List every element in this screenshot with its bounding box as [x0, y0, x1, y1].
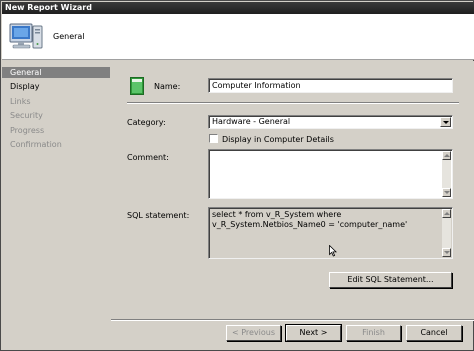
comment-field[interactable]	[208, 149, 453, 199]
next-button[interactable]: Next >	[285, 324, 342, 342]
name-label: Name:	[154, 82, 181, 91]
report-page-icon	[130, 77, 144, 95]
comment-label: Comment:	[127, 153, 169, 162]
category-label: Category:	[127, 118, 166, 127]
scroll-up-icon[interactable]	[442, 209, 451, 218]
step-display[interactable]: Display	[2, 81, 110, 92]
name-field[interactable]: Computer Information	[208, 78, 453, 93]
step-security: Security	[10, 111, 43, 120]
previous-button[interactable]: < Previous	[226, 325, 281, 341]
sql-statement-label: SQL statement:	[127, 211, 190, 220]
chevron-down-icon[interactable]	[440, 117, 451, 127]
window-title: New Report Wizard	[2, 2, 474, 14]
footer-separator	[111, 319, 474, 321]
computer-icon	[9, 23, 43, 49]
step-links: Links	[10, 97, 31, 106]
scroll-down-icon[interactable]	[442, 248, 451, 257]
comment-scrollbar[interactable]	[442, 151, 451, 197]
wizard-header: General	[2, 14, 474, 60]
display-in-details-checkbox[interactable]	[209, 134, 218, 143]
finish-button[interactable]: Finish	[346, 325, 401, 341]
step-progress: Progress	[10, 126, 45, 135]
wizard-steps: General Display Links Security Progress …	[2, 61, 110, 319]
scroll-down-icon[interactable]	[442, 188, 451, 197]
page-title: General	[53, 32, 85, 41]
mouse-cursor-icon	[329, 245, 337, 257]
category-dropdown[interactable]: Hardware - General	[208, 115, 453, 129]
scroll-up-icon[interactable]	[442, 151, 451, 160]
display-in-details-label: Display in Computer Details	[222, 135, 334, 144]
edit-sql-statement-button[interactable]: Edit SQL Statement...	[329, 272, 452, 288]
category-value: Hardware - General	[212, 117, 291, 126]
sql-statement-value: select * from v_R_System where v_R_Syste…	[212, 210, 408, 229]
wizard-window: New Report Wizard General General Displa…	[0, 0, 474, 351]
separator	[127, 102, 459, 104]
sql-scrollbar[interactable]	[442, 209, 451, 257]
cancel-button[interactable]: Cancel	[406, 325, 462, 341]
general-page: Name: Computer Information Category: Har…	[111, 61, 474, 319]
step-general[interactable]: General	[2, 67, 110, 78]
step-confirmation: Confirmation	[10, 140, 62, 149]
